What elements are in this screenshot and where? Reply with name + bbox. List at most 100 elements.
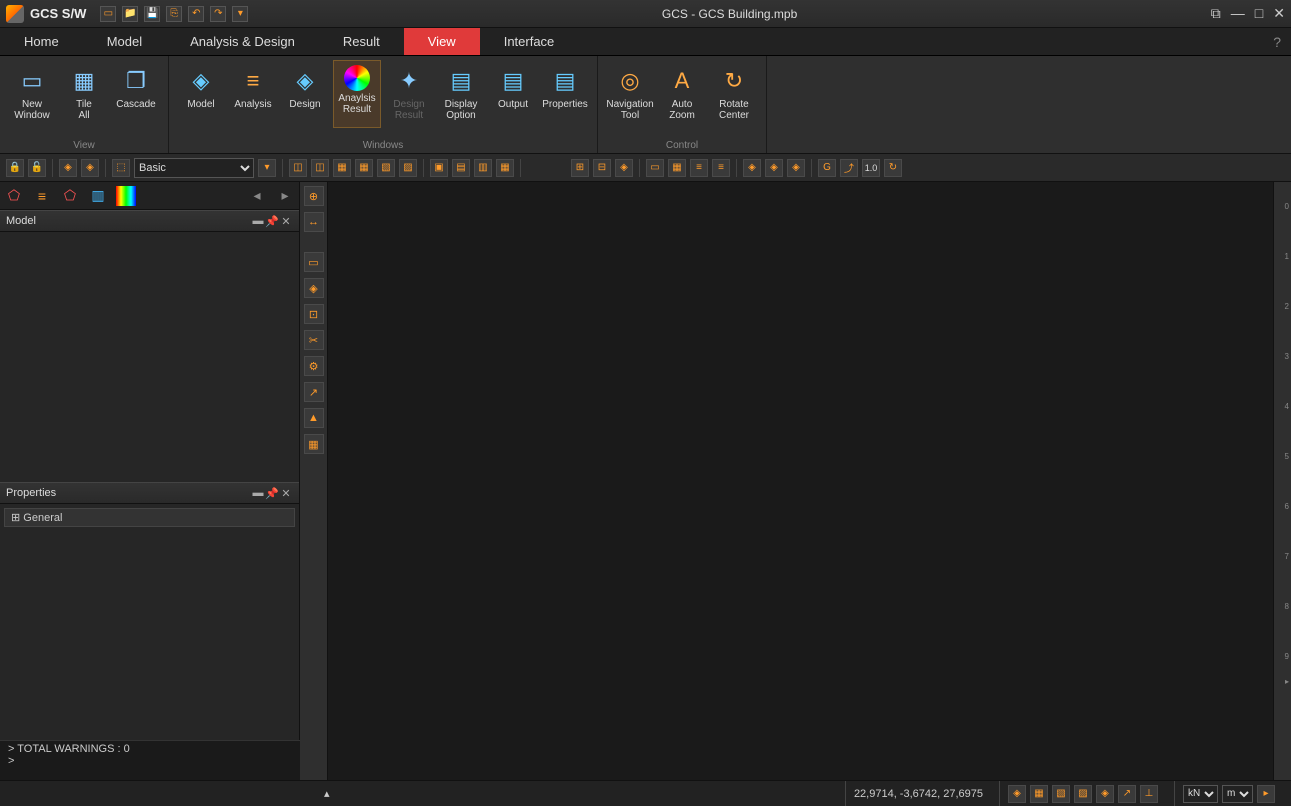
t22-icon[interactable]: ⤴ <box>840 159 858 177</box>
sb-i1-icon[interactable]: ◈ <box>1008 785 1026 803</box>
vt-tool3-icon[interactable]: ⊡ <box>304 304 324 324</box>
ribbon-auto-zoom[interactable]: AAutoZoom <box>658 60 706 128</box>
tab-view[interactable]: View <box>404 28 480 55</box>
prop-close-icon[interactable]: ✕ <box>279 487 293 500</box>
cmd-prompt[interactable]: > <box>8 755 292 767</box>
cube2-icon[interactable]: ◈ <box>81 159 99 177</box>
t12-icon[interactable]: ⊟ <box>593 159 611 177</box>
t5-icon[interactable]: ▧ <box>377 159 395 177</box>
t15-icon[interactable]: ▦ <box>668 159 686 177</box>
t13-icon[interactable]: ◈ <box>615 159 633 177</box>
help-icon[interactable]: ? <box>1263 28 1291 55</box>
dd-icon[interactable]: ▾ <box>258 159 276 177</box>
vt-tool7-icon[interactable]: ▲ <box>304 408 324 428</box>
ribbon-cascade[interactable]: ❐Cascade <box>112 60 160 128</box>
t21-icon[interactable]: G <box>818 159 836 177</box>
vt-tool4-icon[interactable]: ✂ <box>304 330 324 350</box>
model-tree[interactable] <box>0 232 299 482</box>
sb-i4-icon[interactable]: ▨ <box>1074 785 1092 803</box>
sp-prev-icon[interactable]: ◂ <box>247 186 267 206</box>
close-icon[interactable]: ✕ <box>1273 5 1285 22</box>
t10-icon[interactable]: ▦ <box>496 159 514 177</box>
sb-i3-icon[interactable]: ▧ <box>1052 785 1070 803</box>
unlock-icon[interactable]: 🔓 <box>28 159 46 177</box>
sp-tab1-icon[interactable]: ⬠ <box>4 186 24 206</box>
properties-category[interactable]: ⊞ General <box>4 508 295 527</box>
tab-result[interactable]: Result <box>319 28 404 55</box>
t6-icon[interactable]: ▨ <box>399 159 417 177</box>
sp-tab4-icon[interactable]: ▥ <box>88 186 108 206</box>
qat-save-icon[interactable]: 💾 <box>144 6 160 22</box>
panel-close-icon[interactable]: ✕ <box>279 215 293 228</box>
vt-tool1-icon[interactable]: ▭ <box>304 252 324 272</box>
sp-tab2-icon[interactable]: ≡ <box>32 186 52 206</box>
sp-tab5-icon[interactable]: ✦ <box>116 186 136 206</box>
t24-icon[interactable]: ↻ <box>884 159 902 177</box>
tab-home[interactable]: Home <box>0 28 83 55</box>
ribbon-analysis[interactable]: ≡Analysis <box>229 60 277 128</box>
t23-icon[interactable]: 1.0 <box>862 159 880 177</box>
vt-tool8-icon[interactable]: ▦ <box>304 434 324 454</box>
sb-i5-icon[interactable]: ◈ <box>1096 785 1114 803</box>
t2-icon[interactable]: ◫ <box>311 159 329 177</box>
vt-arrows-icon[interactable]: ↔ <box>304 212 324 232</box>
ribbon-design-result[interactable]: ✦DesignResult <box>385 60 433 128</box>
vt-tool5-icon[interactable]: ⚙ <box>304 356 324 376</box>
unit-force-select[interactable]: kN <box>1183 785 1218 803</box>
prop-float-icon[interactable]: ▬ <box>251 487 265 499</box>
t3-icon[interactable]: ▦ <box>333 159 351 177</box>
restore-down-icon[interactable]: ⧉ <box>1211 5 1221 22</box>
lock-icon[interactable]: 🔒 <box>6 159 24 177</box>
ribbon-display-option[interactable]: ▤DisplayOption <box>437 60 485 128</box>
t16-icon[interactable]: ≡ <box>690 159 708 177</box>
unit-length-select[interactable]: m <box>1222 785 1253 803</box>
vt-tool6-icon[interactable]: ↗ <box>304 382 324 402</box>
prop-pin-icon[interactable]: 📌 <box>265 487 279 500</box>
ribbon-rotate-center[interactable]: ↻RotateCenter <box>710 60 758 128</box>
sp-next-icon[interactable]: ▸ <box>275 186 295 206</box>
t7-icon[interactable]: ▣ <box>430 159 448 177</box>
ribbon-navigation-tool[interactable]: ◎NavigationTool <box>606 60 654 128</box>
sb-i6-icon[interactable]: ↗ <box>1118 785 1136 803</box>
ribbon-tile-all[interactable]: ▦TileAll <box>60 60 108 128</box>
t18-icon[interactable]: ◈ <box>743 159 761 177</box>
qat-new-icon[interactable]: ▭ <box>100 6 116 22</box>
t19-icon[interactable]: ◈ <box>765 159 783 177</box>
t17-icon[interactable]: ≡ <box>712 159 730 177</box>
t1-icon[interactable]: ◫ <box>289 159 307 177</box>
t20-icon[interactable]: ◈ <box>787 159 805 177</box>
ribbon-model[interactable]: ◈Model <box>177 60 225 128</box>
cube-icon[interactable]: ◈ <box>59 159 77 177</box>
layer-select[interactable]: Basic <box>134 158 254 178</box>
tab-interface[interactable]: Interface <box>480 28 579 55</box>
ribbon-anaylsis-result[interactable]: AnaylsisResult <box>333 60 381 128</box>
vt-tool2-icon[interactable]: ◈ <box>304 278 324 298</box>
ribbon-design[interactable]: ◈Design <box>281 60 329 128</box>
t9-icon[interactable]: ▥ <box>474 159 492 177</box>
t4-icon[interactable]: ▦ <box>355 159 373 177</box>
qat-open-icon[interactable]: 📁 <box>122 6 138 22</box>
t11-icon[interactable]: ⊞ <box>571 159 589 177</box>
ribbon-properties[interactable]: ▤Properties <box>541 60 589 128</box>
vt-target-icon[interactable]: ⊕ <box>304 186 324 206</box>
status-expand-icon[interactable]: ▴ <box>316 787 338 800</box>
sb-i2-icon[interactable]: ▦ <box>1030 785 1048 803</box>
qat-redo-icon[interactable]: ↷ <box>210 6 226 22</box>
select-icon[interactable]: ⬚ <box>112 159 130 177</box>
panel-float-icon[interactable]: ▬ <box>251 215 265 227</box>
sb-last-icon[interactable]: ▸ <box>1257 785 1275 803</box>
ribbon-new-window[interactable]: ▭NewWindow <box>8 60 56 128</box>
sp-tab3-icon[interactable]: ⬠ <box>60 186 80 206</box>
qat-undo-icon[interactable]: ↶ <box>188 6 204 22</box>
maximize-icon[interactable]: □ <box>1255 5 1263 22</box>
tab-model[interactable]: Model <box>83 28 166 55</box>
panel-pin-icon[interactable]: 📌 <box>265 215 279 228</box>
ribbon-output[interactable]: ▤Output <box>489 60 537 128</box>
qat-saveas-icon[interactable]: ⎘ <box>166 6 182 22</box>
qat-dropdown-icon[interactable]: ▾ <box>232 6 248 22</box>
sb-i7-icon[interactable]: ⊥ <box>1140 785 1158 803</box>
minimize-icon[interactable]: — <box>1231 5 1245 22</box>
t14-icon[interactable]: ▭ <box>646 159 664 177</box>
tab-analysis-design[interactable]: Analysis & Design <box>166 28 319 55</box>
t8-icon[interactable]: ▤ <box>452 159 470 177</box>
